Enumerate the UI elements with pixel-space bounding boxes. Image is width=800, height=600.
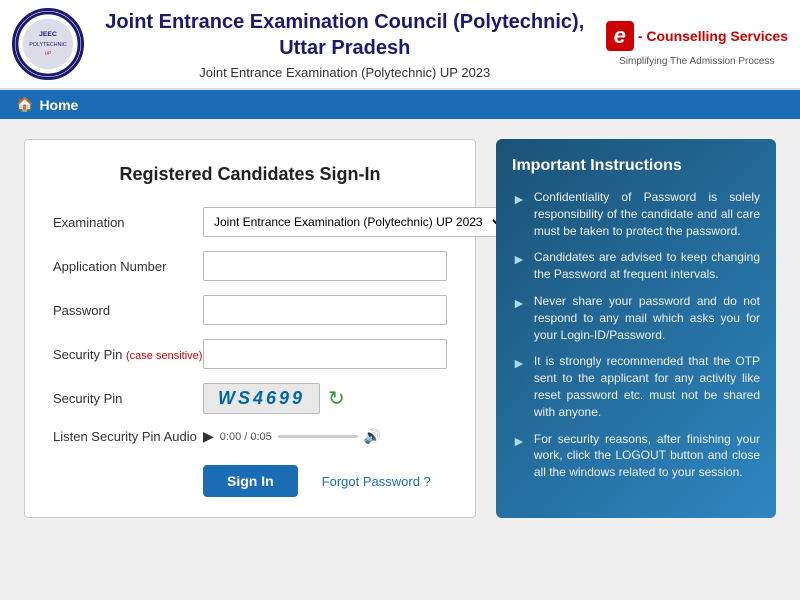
ecounselling-e-letter: e <box>606 21 634 51</box>
captcha-display: WS4699 <box>203 383 320 414</box>
logo: JEEC POLYTECHNIC UP <box>12 8 84 80</box>
audio-time: 0:00 / 0:05 <box>220 431 272 443</box>
instruction-text-3: Never share your password and do not res… <box>534 293 760 343</box>
examination-label: Examination <box>53 215 203 230</box>
header-main-title: Joint Entrance Examination Council (Poly… <box>84 9 606 61</box>
instruction-text-1: Confidentiality of Password is solely re… <box>534 189 760 239</box>
svg-text:POLYTECHNIC: POLYTECHNIC <box>29 42 67 48</box>
application-number-input[interactable] <box>203 251 447 281</box>
bullet-2: ► <box>512 250 526 283</box>
forgot-password-link[interactable]: Forgot Password ? <box>322 474 431 489</box>
instruction-item-3: ► Never share your password and do not r… <box>512 293 760 343</box>
svg-text:UP: UP <box>45 51 52 57</box>
home-link[interactable]: Home <box>39 97 78 113</box>
instruction-item-2: ► Candidates are advised to keep changin… <box>512 249 760 283</box>
security-pin-input[interactable] <box>203 339 447 369</box>
security-pin-row: Security Pin (case sensitive) <box>53 339 447 369</box>
instruction-item-5: ► For security reasons, after finishing … <box>512 431 760 481</box>
svg-text:JEEC: JEEC <box>39 31 57 38</box>
bullet-5: ► <box>512 432 526 481</box>
instruction-text-4: It is strongly recommended that the OTP … <box>534 353 760 420</box>
security-pin-image-label: Security Pin <box>53 391 203 406</box>
header: JEEC POLYTECHNIC UP Joint Entrance Exami… <box>0 0 800 90</box>
audio-play-button[interactable]: ▶ <box>203 428 214 445</box>
signin-panel: Registered Candidates Sign-In Examinatio… <box>24 139 476 518</box>
password-label: Password <box>53 303 203 318</box>
application-number-row: Application Number <box>53 251 447 281</box>
instructions-list: ► Confidentiality of Password is solely … <box>512 189 760 481</box>
button-row: Sign In Forgot Password ? <box>53 465 447 497</box>
ecounselling-block: e - Counselling Services Simplifying The… <box>606 21 788 68</box>
bullet-4: ► <box>512 354 526 420</box>
header-title-line1: Joint Entrance Examination Council (Poly… <box>105 11 584 33</box>
main-content: Registered Candidates Sign-In Examinatio… <box>0 119 800 538</box>
navbar: 🏠 Home <box>0 90 800 119</box>
password-input[interactable] <box>203 295 447 325</box>
instructions-panel: Important Instructions ► Confidentiality… <box>496 139 776 518</box>
ecounselling-sub: Simplifying The Admission Process <box>619 55 774 68</box>
audio-progress-bar <box>278 435 358 438</box>
header-sub-title: Joint Entrance Examination (Polytechnic)… <box>84 65 606 80</box>
listen-pin-label: Listen Security Pin Audio <box>53 429 203 444</box>
password-row: Password <box>53 295 447 325</box>
ecounselling-logo: e - Counselling Services <box>606 21 788 51</box>
security-pin-label: Security Pin (case sensitive) <box>53 347 203 362</box>
refresh-captcha-button[interactable]: ↻ <box>328 386 345 411</box>
bullet-3: ► <box>512 294 526 343</box>
application-number-label: Application Number <box>53 259 203 274</box>
instruction-item-1: ► Confidentiality of Password is solely … <box>512 189 760 239</box>
volume-icon: 🔊 <box>364 428 381 445</box>
instruction-text-5: For security reasons, after finishing yo… <box>534 431 760 481</box>
bullet-1: ► <box>512 190 526 239</box>
signin-button[interactable]: Sign In <box>203 465 298 497</box>
header-title-line2: Uttar Pradesh <box>279 37 410 59</box>
security-pin-label-text: Security Pin <box>53 347 122 362</box>
instruction-item-4: ► It is strongly recommended that the OT… <box>512 353 760 420</box>
case-sensitive-note: (case sensitive) <box>126 350 202 362</box>
home-icon: 🏠 <box>16 96 33 113</box>
signin-title: Registered Candidates Sign-In <box>53 164 447 185</box>
security-pin-image-row: Security Pin WS4699 ↻ <box>53 383 447 414</box>
audio-controls: ▶ 0:00 / 0:05 🔊 <box>203 428 381 445</box>
examination-select[interactable]: Joint Entrance Examination (Polytechnic)… <box>203 207 506 237</box>
ecounselling-label: - Counselling Services <box>638 28 788 44</box>
header-title-block: Joint Entrance Examination Council (Poly… <box>84 9 606 80</box>
audio-row: Listen Security Pin Audio ▶ 0:00 / 0:05 … <box>53 428 447 445</box>
captcha-row: WS4699 ↻ <box>203 383 345 414</box>
examination-row: Examination Joint Entrance Examination (… <box>53 207 447 237</box>
instruction-text-2: Candidates are advised to keep changing … <box>534 249 760 283</box>
instructions-title: Important Instructions <box>512 157 760 175</box>
